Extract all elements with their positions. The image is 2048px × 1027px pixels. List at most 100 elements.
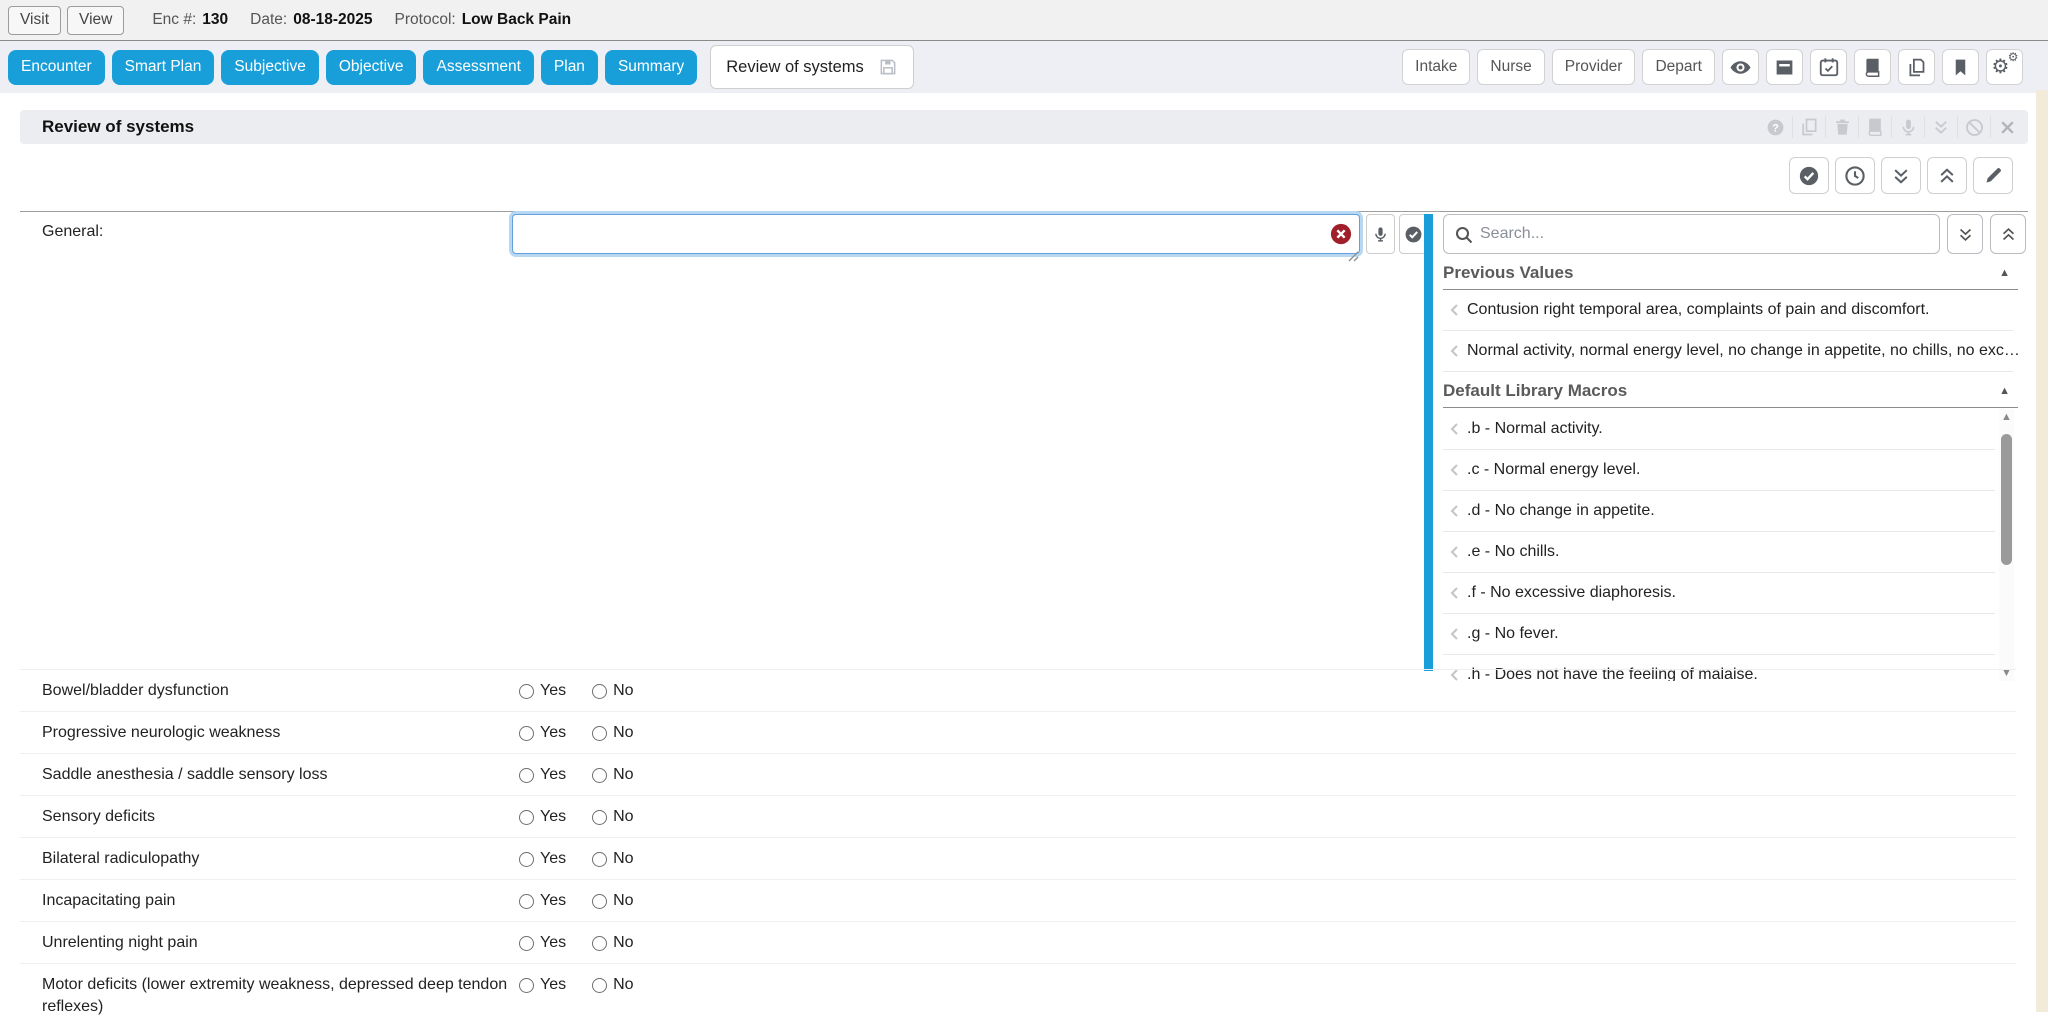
visit-button[interactable]: Visit (8, 6, 61, 35)
scroll-up-icon[interactable]: ▲ (1999, 411, 2014, 423)
eye-button[interactable] (1722, 49, 1759, 85)
no-radio[interactable] (592, 684, 607, 699)
help-icon: ? (1766, 118, 1785, 137)
yes-no-group: Yes No (519, 766, 634, 784)
bookmark-icon (1951, 58, 1970, 77)
eye-icon (1729, 56, 1752, 79)
disable-button[interactable] (1957, 116, 1990, 138)
no-radio[interactable] (592, 768, 607, 783)
nav-assessment-button[interactable]: Assessment (423, 50, 533, 85)
no-label: No (613, 976, 633, 994)
insert-left-icon (1449, 344, 1459, 358)
no-radio[interactable] (592, 852, 607, 867)
yes-radio[interactable] (519, 894, 534, 909)
nav-summary-button[interactable]: Summary (605, 50, 697, 85)
yes-radio[interactable] (519, 726, 534, 741)
macro-item[interactable]: .b - Normal activity. (1443, 409, 1995, 450)
clear-field-button[interactable] (1330, 223, 1352, 245)
nav-smart-plan-button[interactable]: Smart Plan (112, 50, 215, 85)
nav-objective-button[interactable]: Objective (326, 50, 417, 85)
no-radio[interactable] (592, 726, 607, 741)
yes-no-group: Yes No (519, 976, 634, 994)
insert-left-icon (1449, 627, 1459, 641)
no-radio[interactable] (592, 978, 607, 993)
expand-all-fields-button[interactable] (1881, 157, 1921, 194)
complete-button[interactable] (1789, 157, 1829, 194)
yes-no-group: Yes No (519, 934, 634, 952)
book-icon (1862, 57, 1883, 78)
copy-note-button[interactable] (1792, 116, 1825, 138)
ban-icon (1965, 118, 1984, 137)
collapse-section-icon[interactable]: ▲ (1999, 385, 2010, 397)
collapse-section-icon[interactable]: ▲ (1999, 267, 2010, 279)
question-label: Incapacitating pain (42, 890, 512, 912)
general-input[interactable] (512, 214, 1360, 254)
edit-button[interactable] (1973, 157, 2013, 194)
yes-radio[interactable] (519, 936, 534, 951)
help-button[interactable]: ? (1759, 116, 1792, 138)
trash-icon (1833, 118, 1852, 137)
enc-label: Enc #: (152, 11, 196, 29)
library-note-button[interactable] (1858, 116, 1891, 138)
delete-button[interactable] (1825, 116, 1858, 138)
intake-button[interactable]: Intake (1402, 49, 1470, 85)
yes-radio[interactable] (519, 768, 534, 783)
nav-subjective-button[interactable]: Subjective (221, 50, 319, 85)
settings-button[interactable]: ⚙ ⚙ (1986, 49, 2023, 85)
search-input[interactable] (1444, 215, 1939, 253)
library-button[interactable] (1854, 49, 1891, 85)
macro-item[interactable]: .f - No excessive diaphoresis. (1443, 573, 1995, 614)
no-radio[interactable] (592, 810, 607, 825)
chevrons-down-icon (1957, 226, 1974, 243)
field-dictate-button[interactable] (1366, 214, 1395, 254)
archive-box-icon (1774, 57, 1795, 78)
previous-value-item[interactable]: Normal activity, normal energy level, no… (1443, 331, 2013, 372)
encounter-number: Enc #: 130 (152, 11, 228, 29)
archive-button[interactable] (1766, 49, 1803, 85)
resize-grip-icon[interactable] (1347, 250, 1359, 262)
calendar-button[interactable] (1810, 49, 1847, 85)
depart-button[interactable]: Depart (1642, 49, 1715, 85)
yes-label: Yes (540, 892, 566, 910)
active-tab-label: Review of systems (726, 58, 864, 77)
macro-item[interactable]: .c - Normal energy level. (1443, 450, 1995, 491)
macro-item[interactable]: .d - No change in appetite. (1443, 491, 1995, 532)
panel-header-icons: ? (1759, 110, 2023, 144)
yes-radio[interactable] (519, 684, 534, 699)
calendar-check-icon (1818, 56, 1840, 78)
previous-value-item[interactable]: Contusion right temporal area, complaint… (1443, 290, 2013, 331)
provider-button[interactable]: Provider (1552, 49, 1636, 85)
nurse-button[interactable]: Nurse (1477, 49, 1544, 85)
no-radio[interactable] (592, 894, 607, 909)
gears-icon: ⚙ ⚙ (1993, 55, 2017, 79)
sidebar-collapse-all-button[interactable] (1990, 214, 2026, 254)
panel-action-row (1789, 157, 2013, 194)
question-row: Unrelenting night pain Yes No (20, 921, 2016, 963)
scrollbar-thumb[interactable] (2001, 434, 2012, 565)
macro-item[interactable]: .g - No fever. (1443, 614, 1995, 655)
dictate-button[interactable] (1891, 116, 1924, 138)
macro-scrollbar[interactable]: ▲ ▼ (1999, 409, 2014, 681)
encounter-date: Date: 08-18-2025 (250, 11, 372, 29)
sidebar-expand-all-button[interactable] (1947, 214, 1983, 254)
view-button[interactable]: View (67, 6, 124, 35)
bookmark-button[interactable] (1942, 49, 1979, 85)
copy-button[interactable] (1898, 49, 1935, 85)
macro-list: .b - Normal activity. .c - Normal energy… (1443, 409, 2028, 681)
tab-review-of-systems[interactable]: Review of systems (710, 45, 914, 89)
nav-plan-button[interactable]: Plan (541, 50, 598, 85)
pencil-icon (1983, 165, 2004, 186)
collapse-all-fields-button[interactable] (1927, 157, 1967, 194)
macro-text: .d - No change in appetite. (1467, 502, 1655, 520)
close-panel-button[interactable] (1990, 116, 2023, 138)
yes-radio[interactable] (519, 810, 534, 825)
history-button[interactable] (1835, 157, 1875, 194)
yes-radio[interactable] (519, 852, 534, 867)
nav-encounter-button[interactable]: Encounter (8, 50, 105, 85)
yes-label: Yes (540, 850, 566, 868)
yes-radio[interactable] (519, 978, 534, 993)
expand-all-button[interactable] (1924, 116, 1957, 138)
no-radio[interactable] (592, 936, 607, 951)
macro-item[interactable]: .e - No chills. (1443, 532, 1995, 573)
yes-no-group: Yes No (519, 808, 634, 826)
